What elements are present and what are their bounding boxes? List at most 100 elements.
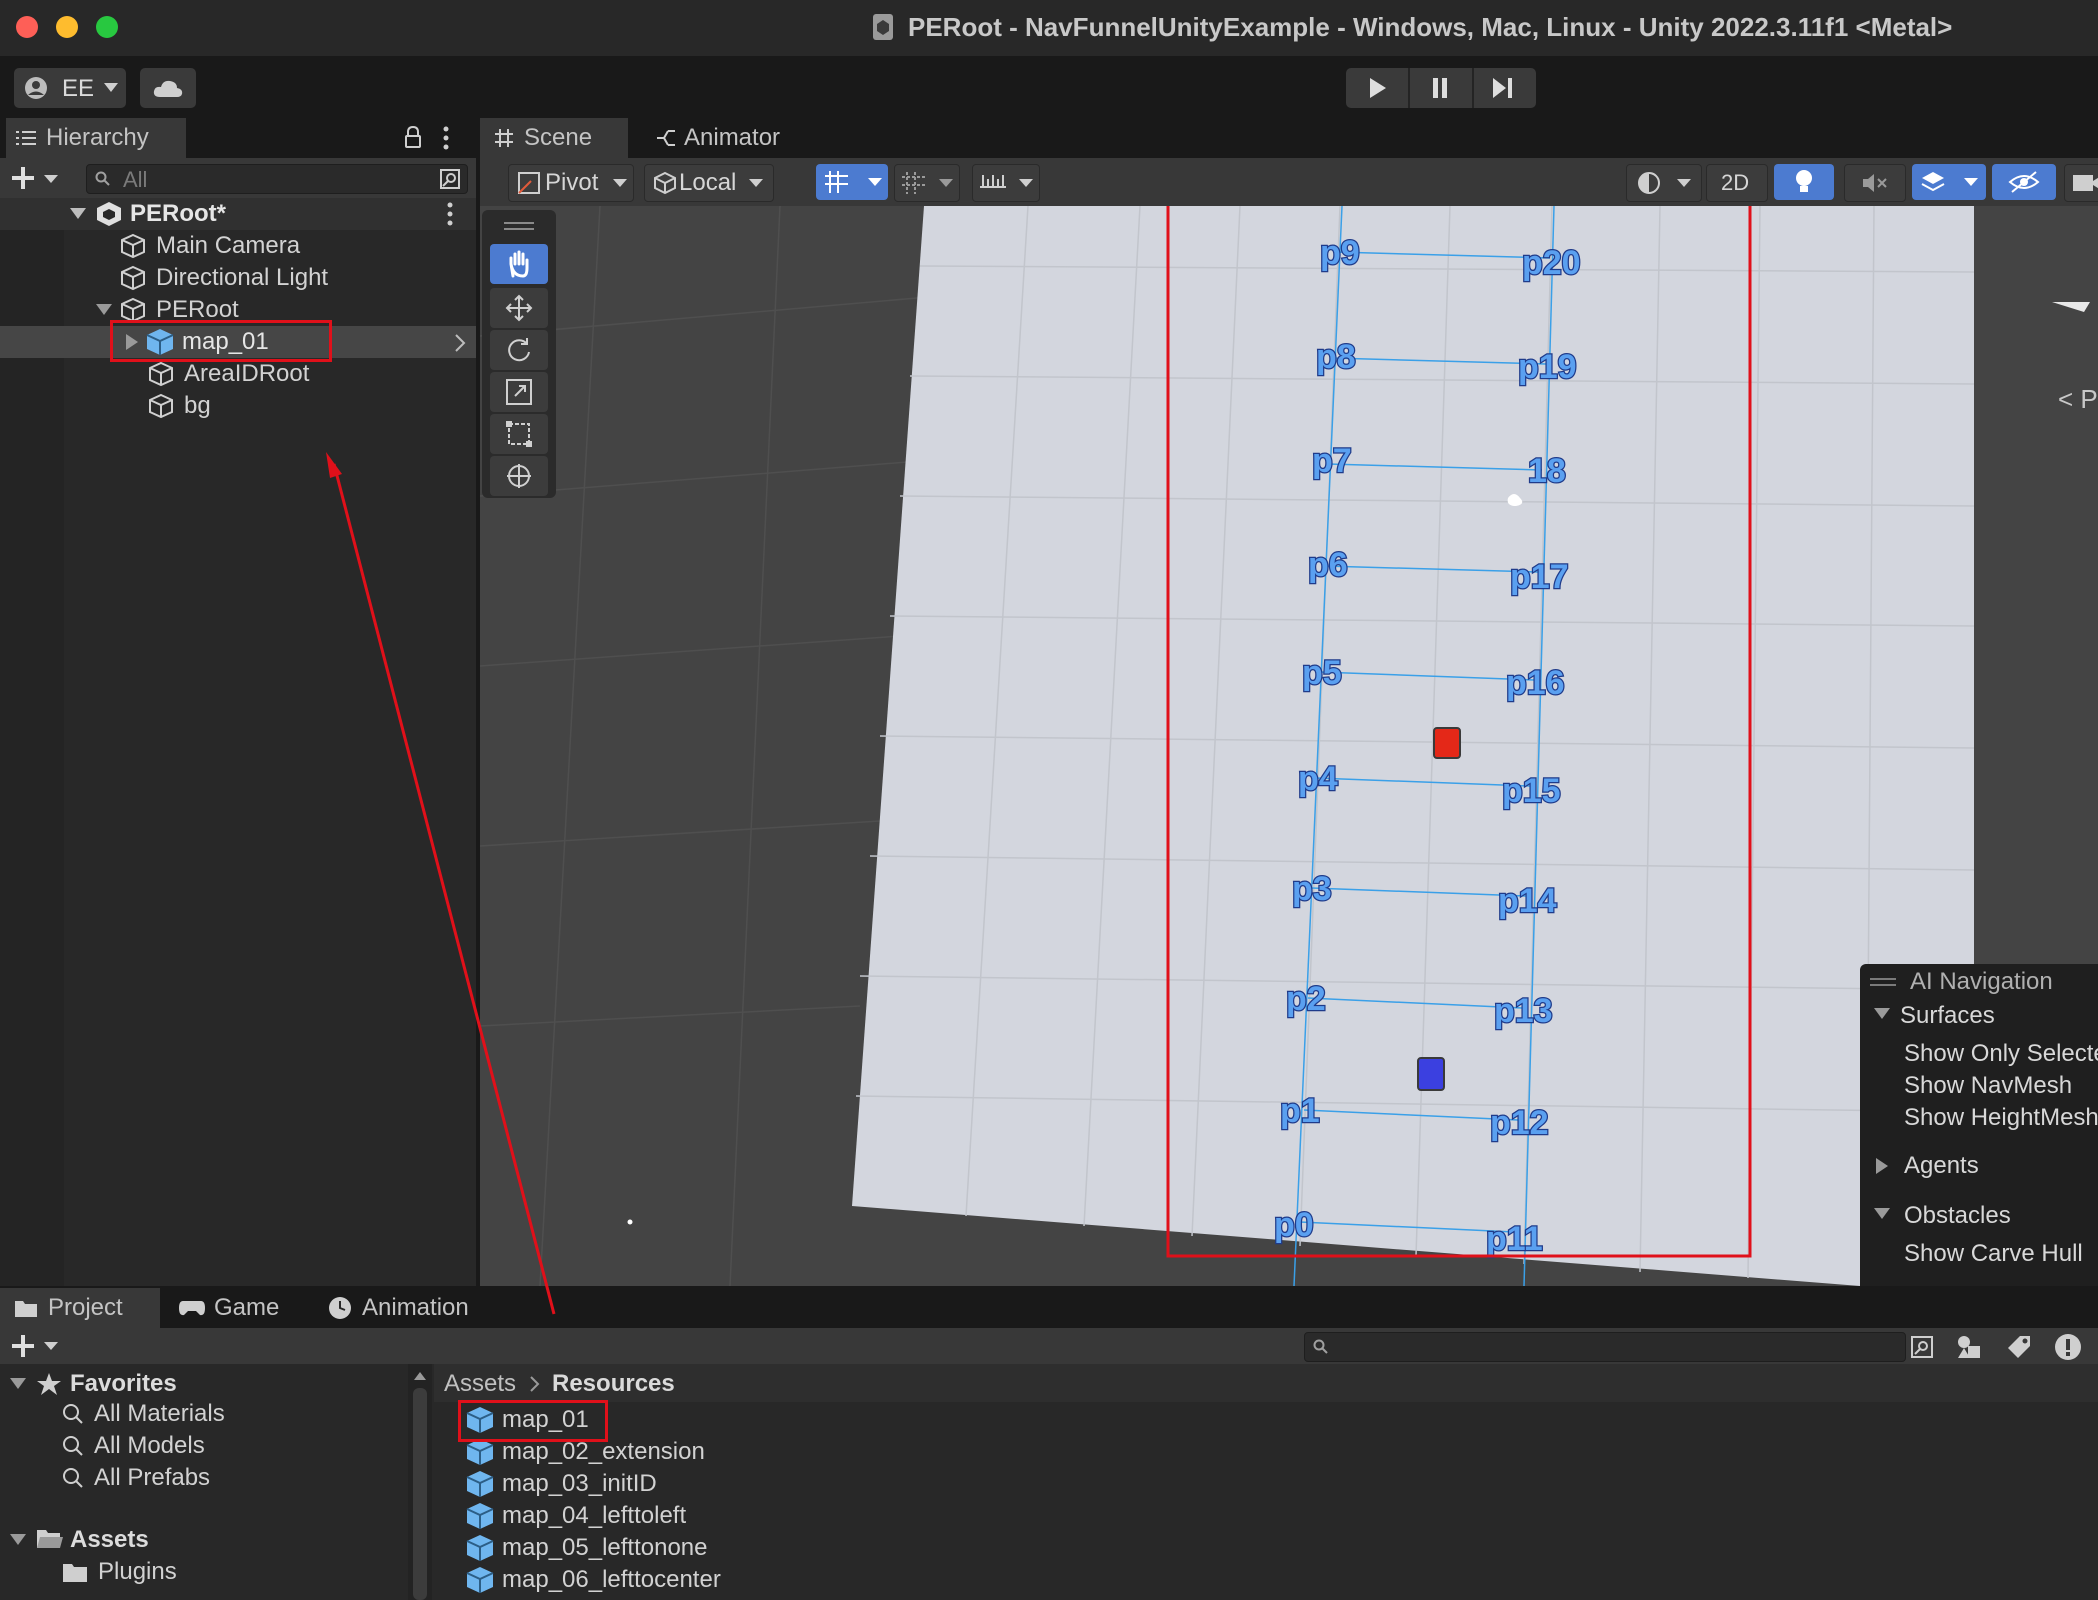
expanded-triangle-icon[interactable]: [70, 208, 86, 220]
camera-settings-button[interactable]: [2064, 164, 2098, 202]
hierarchy-item-bg[interactable]: bg: [0, 390, 476, 422]
chevron-down-icon[interactable]: [44, 175, 58, 184]
scene-viewport[interactable]: p9 p8 p7 p6 p5 p4 p3 p2 p1 p0 p20 p19 18…: [480, 206, 2098, 1286]
transform-tool-button[interactable]: [490, 456, 548, 496]
search-scene-icon[interactable]: [1910, 1335, 1934, 1359]
lighting-toggle[interactable]: [1774, 164, 1834, 200]
tab-animator[interactable]: Animator: [650, 118, 820, 158]
show-only-selected-toggle[interactable]: Show Only Selected: [1904, 1040, 2098, 1068]
expanded-triangle-icon[interactable]: [1874, 1208, 1890, 1220]
cloud-icon: [153, 80, 183, 97]
project-panel: Project Game Animation Favorites All Mat…: [0, 1288, 2098, 1600]
tab-hierarchy[interactable]: Hierarchy: [6, 118, 186, 158]
point-label: p1: [1280, 1092, 1320, 1130]
mode-2d-toggle[interactable]: 2D: [1706, 164, 1768, 202]
show-heightmesh-toggle[interactable]: Show HeightMesh: [1904, 1104, 2098, 1132]
filter-type-icon[interactable]: [1956, 1334, 1982, 1360]
step-button[interactable]: [1492, 78, 1514, 98]
audio-toggle[interactable]: [1844, 164, 1906, 202]
pause-button[interactable]: [1430, 78, 1450, 98]
search-icon: [63, 1468, 83, 1488]
hierarchy-item-label: AreaIDRoot: [184, 360, 310, 387]
expanded-triangle-icon[interactable]: [1874, 1008, 1890, 1020]
ruler-snap-toggle[interactable]: [972, 164, 1040, 202]
scroll-up-arrow-icon[interactable]: [414, 1372, 426, 1380]
chevron-right-icon: [530, 1376, 540, 1392]
surfaces-section[interactable]: Surfaces: [1900, 1002, 1995, 1030]
folder-tree-scrollbar[interactable]: [408, 1364, 432, 1600]
gizmo-projection-label: < P: [2058, 384, 2098, 414]
chevron-right-icon[interactable]: [454, 334, 466, 352]
shading-mode-dropdown[interactable]: [1626, 164, 1702, 202]
pivot-dropdown[interactable]: Pivot: [508, 164, 634, 202]
hierarchy-scene-root[interactable]: PERoot*: [0, 198, 476, 230]
minimize-window-button[interactable]: [56, 16, 78, 38]
rotate-tool-button[interactable]: [490, 330, 548, 370]
folder-icon: [63, 1564, 87, 1582]
effects-toggle[interactable]: [1912, 164, 1986, 200]
chevron-down-icon: [939, 179, 953, 187]
local-dropdown[interactable]: Local: [644, 164, 774, 202]
point-label: p7: [1312, 442, 1352, 480]
asset-map-04[interactable]: map_04_lefttoleft: [466, 1500, 686, 1532]
hierarchy-item-areaidroot[interactable]: AreaIDRoot: [0, 358, 476, 390]
point-label: p8: [1316, 338, 1356, 376]
asset-map-05[interactable]: map_05_lefttonone: [466, 1532, 708, 1564]
pivot-icon: [518, 172, 540, 194]
rect-tool-button[interactable]: [490, 414, 548, 454]
more-options-icon[interactable]: [446, 202, 454, 226]
account-dropdown[interactable]: EE: [14, 68, 126, 108]
asset-map-06[interactable]: map_06_lefttocenter: [466, 1564, 721, 1596]
tab-project[interactable]: Project: [0, 1288, 160, 1328]
audio-mute-icon: [1863, 174, 1887, 192]
folder-plugins[interactable]: Plugins: [62, 1556, 177, 1588]
tab-game[interactable]: Game: [174, 1288, 304, 1328]
asset-map-03[interactable]: map_03_initID: [466, 1468, 657, 1500]
tab-animation[interactable]: Animation: [326, 1288, 496, 1328]
show-navmesh-toggle[interactable]: Show NavMesh: [1904, 1072, 2072, 1100]
red-agent[interactable]: [1433, 727, 1461, 759]
increment-snap-toggle[interactable]: [894, 164, 960, 202]
obstacles-section[interactable]: Obstacles: [1904, 1202, 2011, 1230]
hierarchy-item-main-camera[interactable]: Main Camera: [0, 230, 476, 262]
agents-section[interactable]: Agents: [1904, 1152, 1979, 1180]
visibility-toggle[interactable]: [1992, 164, 2056, 200]
hand-tool-button[interactable]: [490, 244, 548, 284]
main-toolbar: EE: [0, 56, 2098, 118]
assets-folder-label[interactable]: Assets: [70, 1526, 149, 1554]
breadcrumb-resources[interactable]: Resources: [552, 1370, 675, 1398]
mode-2d-label: 2D: [1721, 170, 1750, 195]
collapsed-triangle-icon[interactable]: [1876, 1158, 1888, 1174]
lock-icon[interactable]: [404, 126, 422, 148]
point-label: p17: [1510, 558, 1569, 596]
scale-tool-button[interactable]: [490, 372, 548, 412]
chevron-down-icon[interactable]: [44, 1342, 58, 1351]
breadcrumb-assets[interactable]: Assets: [444, 1370, 516, 1398]
blue-agent[interactable]: [1417, 1057, 1445, 1091]
grid-snap-toggle[interactable]: [816, 164, 888, 200]
play-button[interactable]: [1368, 78, 1388, 98]
project-search-input[interactable]: [1304, 1332, 1906, 1362]
favorite-all-models[interactable]: All Models: [62, 1430, 205, 1462]
favorite-all-prefabs[interactable]: All Prefabs: [62, 1462, 210, 1494]
hierarchy-item-directional-light[interactable]: Directional Light: [0, 262, 476, 294]
label-tag-icon[interactable]: [2006, 1334, 2032, 1360]
close-window-button[interactable]: [16, 16, 38, 38]
tab-scene[interactable]: Scene: [480, 118, 628, 158]
warning-badge-icon[interactable]: [2054, 1333, 2082, 1361]
favorite-all-materials[interactable]: All Materials: [62, 1398, 225, 1430]
hierarchy-search-input[interactable]: All: [86, 164, 468, 194]
more-options-icon[interactable]: [442, 126, 450, 150]
add-icon[interactable]: [12, 1335, 34, 1357]
move-tool-button[interactable]: [490, 288, 548, 328]
show-carve-hull-toggle[interactable]: Show Carve Hull: [1904, 1240, 2083, 1268]
chevron-down-icon: [749, 179, 763, 187]
favorites-label[interactable]: Favorites: [70, 1370, 177, 1398]
expanded-triangle-icon[interactable]: [96, 304, 112, 316]
add-icon[interactable]: [12, 167, 34, 189]
cloud-button[interactable]: [140, 68, 196, 108]
expanded-triangle-icon[interactable]: [10, 1534, 26, 1546]
scene-search-icon[interactable]: [439, 168, 461, 190]
expanded-triangle-icon[interactable]: [10, 1378, 26, 1390]
zoom-window-button[interactable]: [96, 16, 118, 38]
